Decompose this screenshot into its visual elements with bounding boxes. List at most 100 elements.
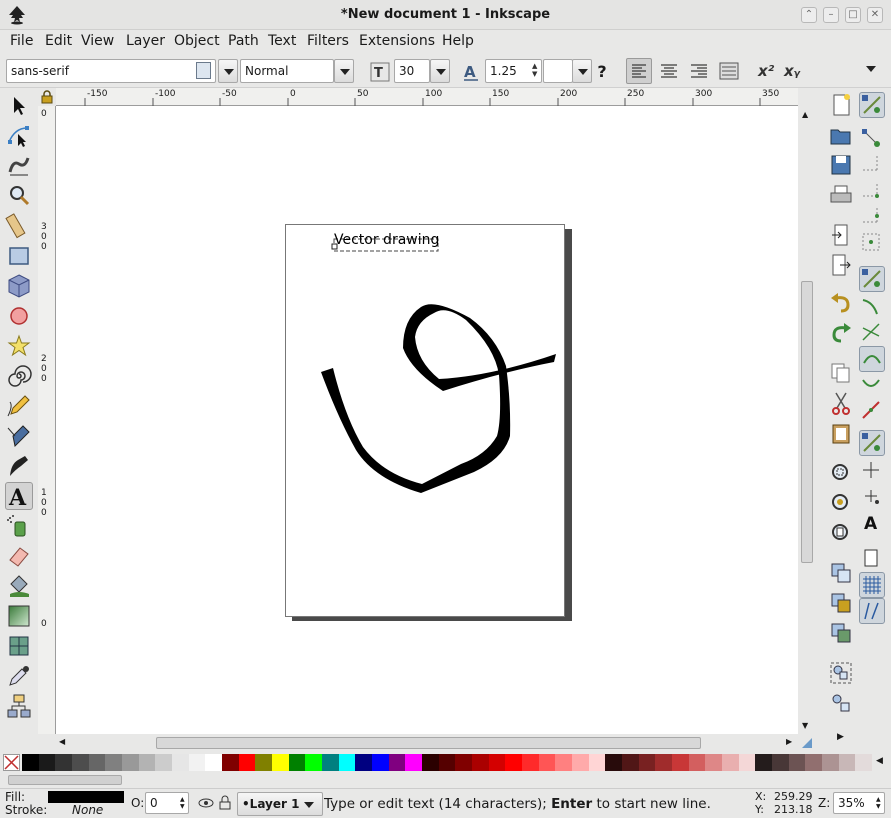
align-left-button[interactable] <box>626 58 652 84</box>
snap-rotation-center-button[interactable] <box>859 484 885 510</box>
paste-button[interactable] <box>828 420 854 446</box>
toolbar-overflow-arrow-icon[interactable] <box>866 66 876 72</box>
open-button[interactable] <box>828 122 854 148</box>
gradient-tool[interactable] <box>5 602 33 630</box>
justify-button[interactable] <box>716 58 742 84</box>
subscript-button[interactable]: xᵧ <box>784 62 800 80</box>
drawing-canvas[interactable]: Vector drawing <box>56 106 798 734</box>
menu-filters[interactable]: Filters <box>307 33 349 49</box>
ellipse-tool[interactable] <box>5 302 33 330</box>
palette-swatch[interactable] <box>405 754 423 771</box>
palette-swatch[interactable] <box>338 754 356 771</box>
help-icon[interactable]: ? <box>594 62 610 81</box>
font-list-icon[interactable] <box>196 62 211 79</box>
snap-toggle-button[interactable] <box>859 92 885 118</box>
canvas-text-object[interactable]: Vector drawing <box>334 232 439 248</box>
cms-toggle-icon[interactable] <box>800 736 814 750</box>
palette-swatch[interactable] <box>638 754 656 771</box>
palette-swatch[interactable] <box>838 754 856 771</box>
align-right-button[interactable] <box>686 58 712 84</box>
palette-swatch[interactable] <box>538 754 556 771</box>
star-tool[interactable] <box>5 332 33 360</box>
menu-object[interactable]: Object <box>174 33 220 49</box>
save-button[interactable] <box>828 152 854 178</box>
window-up-button[interactable]: ⌃ <box>801 7 817 23</box>
horizontal-scrollbar[interactable]: ◀ ▶ <box>56 734 798 752</box>
clone-button[interactable] <box>828 590 854 616</box>
unit-input[interactable] <box>543 59 573 83</box>
palette-swatch[interactable] <box>222 754 240 771</box>
superscript-button[interactable]: x² <box>758 62 774 80</box>
calligraphy-stroke[interactable] <box>321 304 556 493</box>
palette-swatch[interactable] <box>322 754 340 771</box>
palette-swatch[interactable] <box>522 754 540 771</box>
calligraphy-tool[interactable] <box>5 452 33 480</box>
palette-swatch[interactable] <box>672 754 690 771</box>
snap-smooth-button[interactable] <box>859 372 885 398</box>
menu-path[interactable]: Path <box>228 33 259 49</box>
snap-object-center-button[interactable] <box>859 458 885 484</box>
palette-swatch[interactable] <box>688 754 706 771</box>
palette-swatch[interactable] <box>855 754 873 771</box>
layer-dropdown-arrow-icon[interactable] <box>304 802 314 808</box>
zoom-spinner[interactable]: ▲ ▼ <box>876 796 881 810</box>
stroke-indicator[interactable]: None <box>72 803 103 817</box>
palette-swatch[interactable] <box>22 754 40 771</box>
palette-swatch[interactable] <box>38 754 56 771</box>
group-button[interactable] <box>828 660 854 686</box>
snap-line-midpoint-button[interactable] <box>859 398 885 424</box>
palette-swatch[interactable] <box>488 754 506 771</box>
palette-swatch[interactable] <box>588 754 606 771</box>
palette-swatch[interactable] <box>372 754 390 771</box>
palette-swatch[interactable] <box>422 754 440 771</box>
palette-swatch[interactable] <box>305 754 323 771</box>
palette-swatch[interactable] <box>788 754 806 771</box>
export-button[interactable] <box>828 252 854 278</box>
palette-swatch[interactable] <box>55 754 73 771</box>
palette-swatch[interactable] <box>438 754 456 771</box>
layer-lock-icon[interactable] <box>218 795 232 811</box>
snap-text-baseline-button[interactable]: A <box>859 510 885 536</box>
cut-button[interactable] <box>828 390 854 416</box>
palette-swatch[interactable] <box>388 754 406 771</box>
snap-bbox-midpoint-button[interactable] <box>859 204 885 230</box>
text-tool[interactable]: A <box>5 482 33 511</box>
palette-swatch[interactable] <box>138 754 156 771</box>
palette-swatch[interactable] <box>122 754 140 771</box>
unit-dropdown[interactable] <box>572 59 592 83</box>
zoom-drawing-button[interactable] <box>828 490 854 516</box>
palette-swatch[interactable] <box>288 754 306 771</box>
copy-button[interactable] <box>828 360 854 386</box>
horizontal-ruler[interactable]: -150 -100 -50 0 50 100 150 200 250 300 3… <box>56 88 798 106</box>
line-spacing-spinner[interactable]: ▲ ▼ <box>532 62 537 78</box>
palette-swatch[interactable] <box>555 754 573 771</box>
lock-guides-icon[interactable] <box>40 90 54 104</box>
zoom-selection-button[interactable] <box>828 460 854 486</box>
horizontal-scroll-thumb[interactable] <box>156 737 701 749</box>
scroll-down-arrow-icon[interactable]: ▼ <box>802 721 808 730</box>
palette-swatch[interactable] <box>805 754 823 771</box>
mesh-tool[interactable] <box>5 632 33 660</box>
measure-tool[interactable] <box>5 212 33 240</box>
window-minimize-button[interactable]: – <box>823 7 839 23</box>
node-tool[interactable] <box>5 122 33 150</box>
palette-swatch[interactable] <box>72 754 90 771</box>
pen-tool[interactable] <box>5 422 33 450</box>
palette-swatch[interactable] <box>738 754 756 771</box>
commandbar-overflow-arrow-icon[interactable]: ▶ <box>837 732 844 742</box>
palette-swatch[interactable] <box>88 754 106 771</box>
scroll-up-arrow-icon[interactable]: ▲ <box>802 110 808 119</box>
spiral-tool[interactable] <box>5 362 33 390</box>
menu-view[interactable]: View <box>81 33 114 49</box>
snap-cusp-button[interactable] <box>859 346 885 372</box>
palette-swatch[interactable] <box>188 754 206 771</box>
palette-swatch[interactable] <box>238 754 256 771</box>
font-size-input[interactable]: 30 <box>394 59 430 83</box>
palette-scroll-arrow-icon[interactable]: ◀ <box>876 756 883 766</box>
snap-grid-button[interactable] <box>859 572 885 598</box>
visibility-eye-icon[interactable] <box>198 796 214 810</box>
palette-swatch[interactable] <box>272 754 290 771</box>
palette-swatch[interactable] <box>355 754 373 771</box>
palette-swatch[interactable] <box>605 754 623 771</box>
font-family-input[interactable]: sans-serif <box>6 59 216 83</box>
